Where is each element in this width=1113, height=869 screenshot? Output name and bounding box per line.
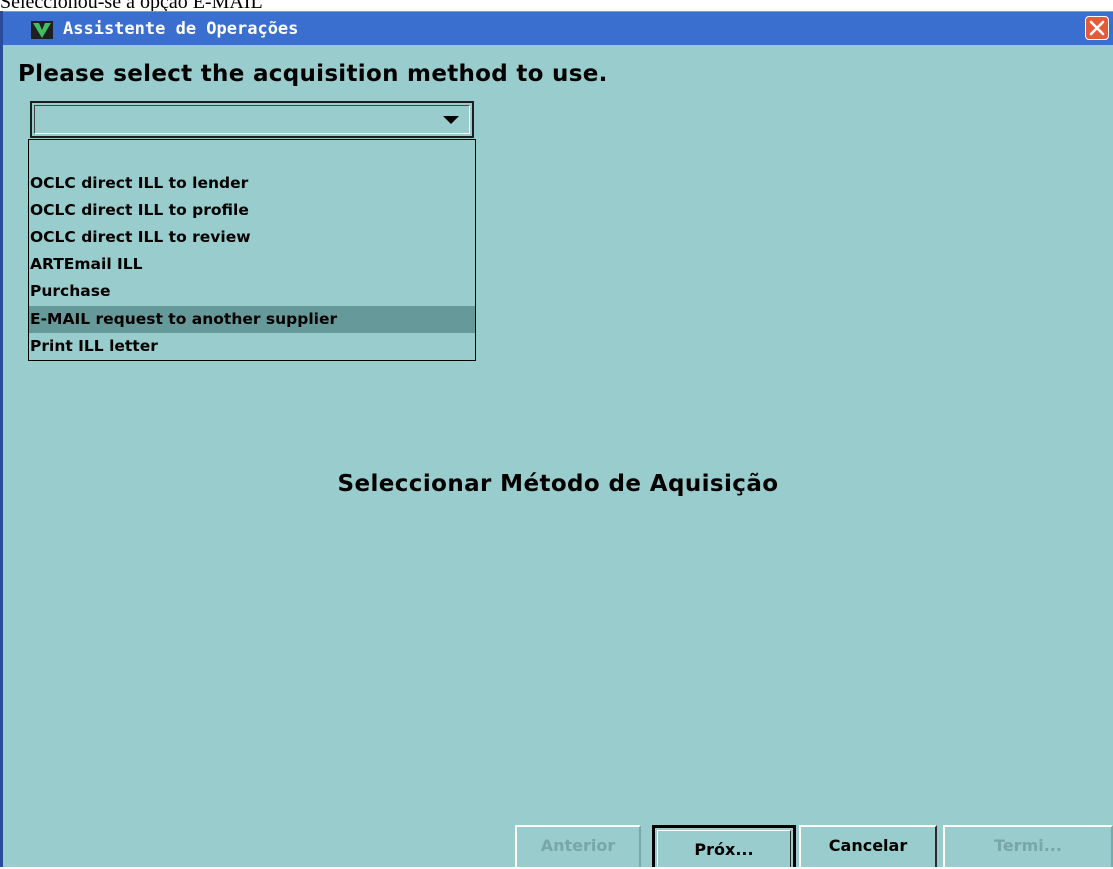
titlebar[interactable]: Assistente de Operações bbox=[3, 11, 1113, 45]
back-button[interactable]: Anterior bbox=[515, 825, 641, 867]
list-item-oclc-review[interactable]: OCLC direct ILL to review bbox=[29, 224, 475, 251]
next-button[interactable]: Próx... bbox=[652, 825, 796, 867]
combobox-value bbox=[34, 105, 470, 134]
list-item-email-request[interactable]: E-MAIL request to another supplier bbox=[29, 306, 475, 333]
list-item-oclc-profile[interactable]: OCLC direct ILL to profile bbox=[29, 197, 475, 224]
list-item-artemail[interactable]: ARTEmail ILL bbox=[29, 251, 475, 278]
cancel-button[interactable]: Cancelar bbox=[799, 825, 937, 867]
list-item-print-letter[interactable]: Print ILL letter bbox=[29, 333, 475, 360]
close-button[interactable] bbox=[1085, 16, 1109, 40]
app-logo-icon bbox=[31, 21, 53, 39]
finish-button[interactable]: Termi... bbox=[943, 825, 1113, 867]
acquisition-method-combobox[interactable] bbox=[30, 101, 474, 138]
step-heading: Seleccionar Método de Aquisição bbox=[337, 471, 779, 497]
list-item-purchase[interactable]: Purchase bbox=[29, 278, 475, 305]
list-item-blank[interactable] bbox=[29, 140, 475, 167]
instruction-prompt: Please select the acquisition method to … bbox=[18, 61, 608, 87]
chevron-down-icon[interactable] bbox=[443, 116, 459, 124]
window-title: Assistente de Operações bbox=[63, 19, 299, 39]
page-caption: Seleccionou-se a opção E-MAIL bbox=[0, 0, 263, 13]
next-button-label: Próx... bbox=[657, 830, 791, 867]
operations-wizard-window: Assistente de Operações Please select th… bbox=[0, 11, 1113, 867]
list-item-oclc-lender[interactable]: OCLC direct ILL to lender bbox=[29, 170, 475, 197]
acquisition-method-list[interactable]: OCLC direct ILL to lender OCLC direct IL… bbox=[28, 139, 476, 361]
close-icon bbox=[1089, 20, 1105, 36]
